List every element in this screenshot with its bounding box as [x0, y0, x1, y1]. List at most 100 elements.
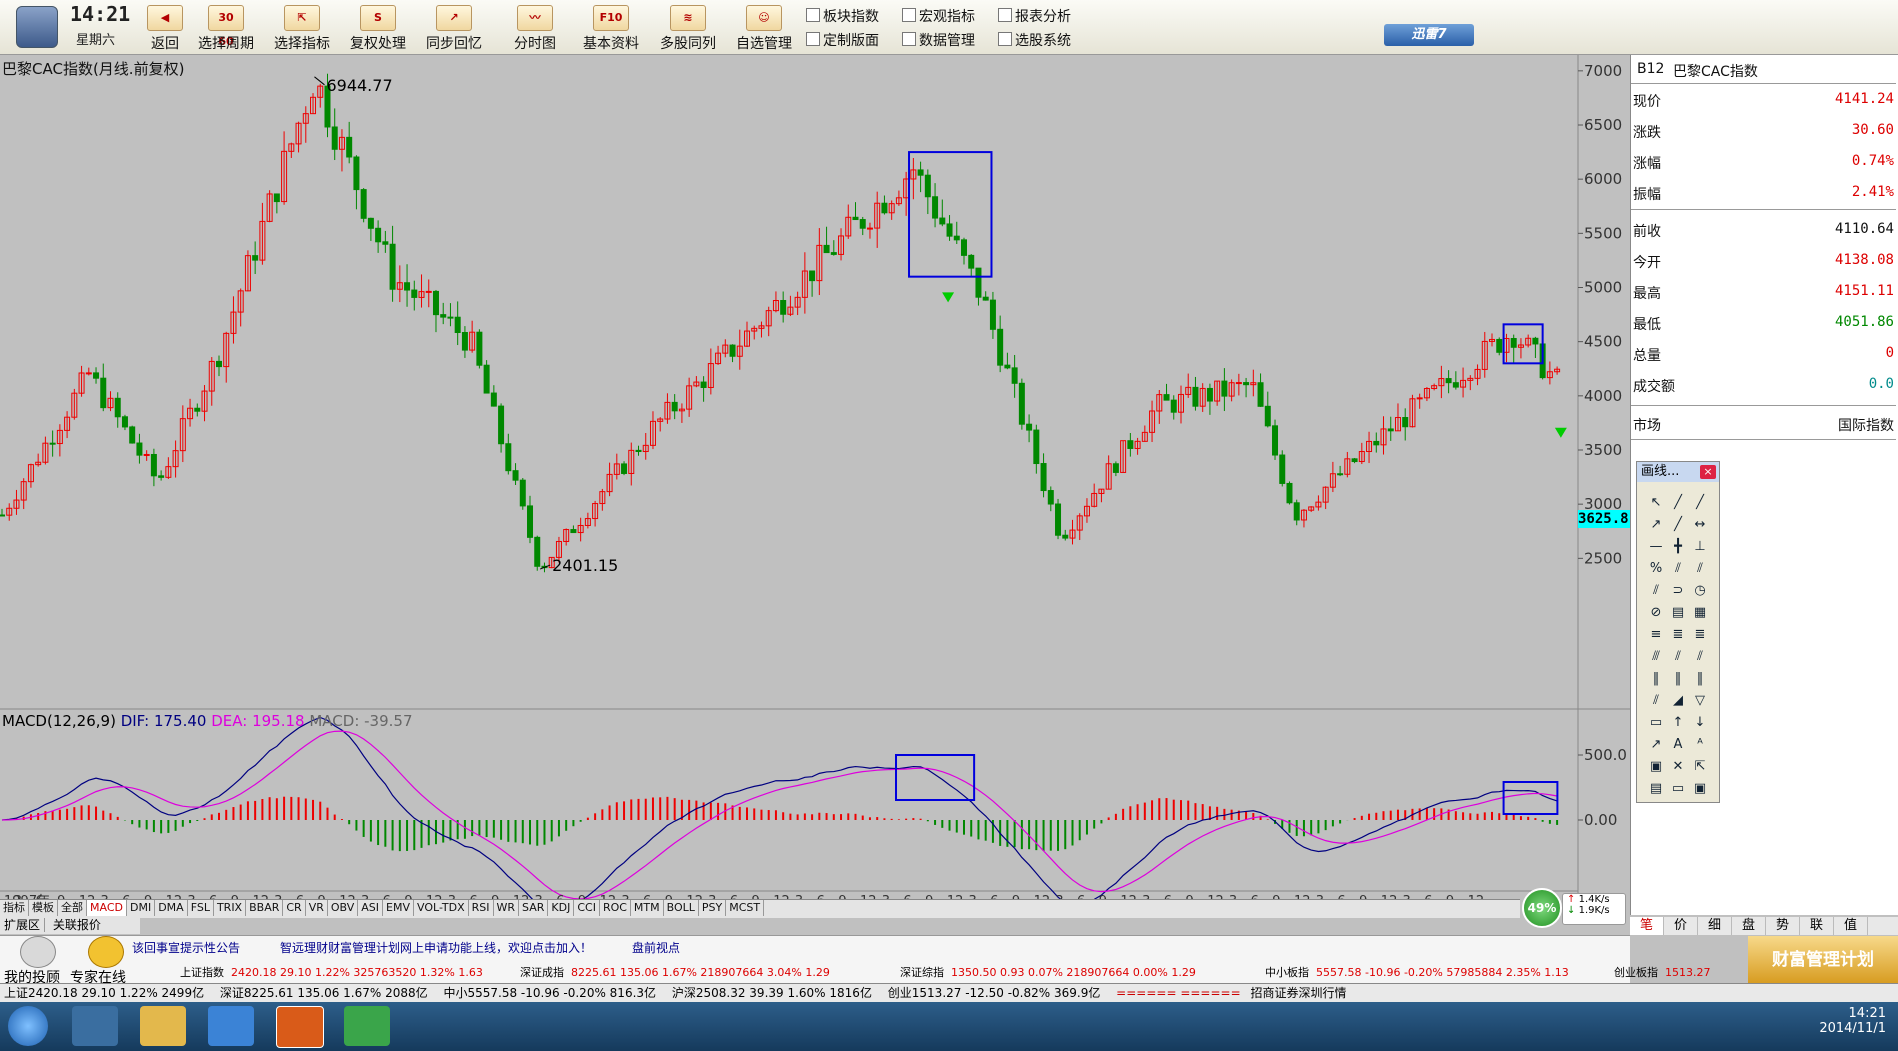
draw-tool-icon[interactable]: ✕ [1667, 756, 1689, 778]
indicator-tab-psy[interactable]: PSY [699, 900, 727, 916]
draw-tool-icon[interactable]: ≡ [1645, 624, 1667, 646]
draw-tool-icon[interactable]: ╱ [1667, 492, 1689, 514]
candlestick-chart[interactable]: 7000650060005500500045004000350030002500… [0, 55, 1630, 901]
draw-tool-icon[interactable]: ‖ [1667, 668, 1689, 690]
report-analysis-link[interactable]: 报表分析 [998, 6, 1071, 26]
select-period-button[interactable]: 30 60 选择周期 [192, 2, 260, 52]
draw-tool-icon[interactable]: ▤ [1667, 602, 1689, 624]
draw-tool-icon[interactable]: ╋ [1667, 536, 1689, 558]
indicator-tab-vr[interactable]: VR [306, 900, 328, 916]
index-ticker[interactable]: 上证指数 2420.18 29.10 1.22% 325763520 1.32%… [180, 964, 483, 980]
indicator-tab-mtm[interactable]: MTM [631, 900, 664, 916]
media-player-icon[interactable] [208, 1006, 254, 1046]
draw-tool-icon[interactable]: ╱ [1667, 514, 1689, 536]
indicator-tab-sar[interactable]: SAR [519, 900, 549, 916]
draw-tool-icon[interactable]: ◷ [1689, 580, 1711, 602]
indicator-tab-wr[interactable]: WR [494, 900, 520, 916]
draw-tool-icon[interactable]: ▭ [1667, 778, 1689, 800]
indicator-tab-全部[interactable]: 全部 [58, 900, 87, 916]
stock-selection-link[interactable]: 选股系统 [998, 30, 1071, 50]
indicator-tab-dmi[interactable]: DMI [127, 900, 156, 916]
draw-tool-icon[interactable]: ⫽ [1645, 580, 1667, 602]
draw-tool-icon[interactable]: ▤ [1645, 778, 1667, 800]
notice-1[interactable]: 该回事宣提示性公告 [132, 939, 240, 956]
indicator-tab-macd[interactable]: MACD [87, 900, 127, 916]
indicator-tab-boll[interactable]: BOLL [664, 900, 699, 916]
draw-tool-icon[interactable]: ⫽ [1667, 558, 1689, 580]
indicator-tab-cr[interactable]: CR [283, 900, 306, 916]
indicator-tab-cci[interactable]: CCI [574, 900, 600, 916]
wealth-plan-banner[interactable]: 财富管理计划 [1748, 936, 1898, 984]
tab-extension[interactable]: 扩展区 [0, 918, 46, 932]
draw-tool-icon[interactable]: ᴬ [1689, 734, 1711, 756]
indicator-tab-trix[interactable]: TRIX [214, 900, 247, 916]
draw-tool-icon[interactable]: ▣ [1689, 778, 1711, 800]
notice-2[interactable]: 智远理财财富管理计划网上申请功能上线，欢迎点击加入！ [280, 939, 592, 956]
draw-tool-icon[interactable]: ↔ [1689, 514, 1711, 536]
indicator-tab-kdj[interactable]: KDJ [548, 900, 575, 916]
draw-tool-icon[interactable]: ‖ [1645, 668, 1667, 690]
draw-tool-icon[interactable]: ⊃ [1667, 580, 1689, 602]
drawing-tools-palette[interactable]: 画线... × ↖ ╱ ╱ ↗ ╱ ↔ — ╋ ⊥% ⫽ ⫽ ⫽ ⊃ ◷ ⊘ ▤ ▦ ≡ ≣ ≣ ⫻ ⫽ ⫽ ‖ ‖ ‖ ⫽ ◢ ▽ ▭ ↑… [1636, 461, 1720, 803]
draw-tool-icon[interactable]: ↓ [1689, 712, 1711, 734]
index-ticker[interactable]: 深证综指 1350.50 0.93 0.07% 218907664 0.00% … [900, 964, 1196, 980]
quote-tab[interactable]: 联 [1800, 917, 1834, 935]
indicator-tab-vol-tdx[interactable]: VOL-TDX [414, 900, 469, 916]
draw-tool-icon[interactable]: ▣ [1645, 756, 1667, 778]
quote-tab[interactable]: 势 [1766, 917, 1800, 935]
index-ticker[interactable]: 创业板指 1513.27 [1614, 964, 1711, 980]
draw-tool-icon[interactable]: ≣ [1667, 624, 1689, 646]
draw-tool-icon[interactable]: ⊘ [1645, 602, 1667, 624]
refresh-app-icon[interactable] [344, 1006, 390, 1046]
restore-rights-button[interactable]: S 复权处理 [344, 2, 412, 52]
quote-tab[interactable]: 价 [1664, 917, 1698, 935]
indicator-tab-emv[interactable]: EMV [383, 900, 415, 916]
stock-app-icon[interactable] [276, 1006, 324, 1048]
sector-index-link[interactable]: 板块指数 [806, 6, 879, 26]
draw-tool-icon[interactable]: ⫽ [1667, 646, 1689, 668]
draw-tool-icon[interactable]: ⊥ [1689, 536, 1711, 558]
quote-tab[interactable]: 值 [1834, 917, 1868, 935]
draw-tool-icon[interactable]: ▦ [1689, 602, 1711, 624]
multi-stock-button[interactable]: ≋ 多股同列 [654, 2, 722, 52]
draw-tool-icon[interactable]: ⫻ [1645, 646, 1667, 668]
start-button-icon[interactable] [8, 1006, 48, 1046]
draw-tool-icon[interactable]: ⫽ [1645, 690, 1667, 712]
draw-tool-icon[interactable]: ⫽ [1689, 558, 1711, 580]
indicator-tab-asi[interactable]: ASI [358, 900, 384, 916]
indicator-tab-模板[interactable]: 模板 [29, 900, 58, 916]
back-button[interactable]: ◀ 返回 [142, 2, 188, 52]
indicator-tab-指标[interactable]: 指标 [0, 900, 29, 916]
draw-tool-icon[interactable]: ↖ [1645, 492, 1667, 514]
tab-related-quotes[interactable]: 关联报价 [49, 918, 105, 932]
draw-tool-icon[interactable]: ◢ [1667, 690, 1689, 712]
intraday-button[interactable]: 〰 分时图 [508, 2, 562, 52]
indicator-tab-obv[interactable]: OBV [328, 900, 359, 916]
index-ticker[interactable]: 深证成指 8225.61 135.06 1.67% 218907664 3.04… [520, 964, 830, 980]
xunlei-button[interactable]: 迅雷7 [1384, 24, 1474, 46]
quote-tab[interactable]: 细 [1698, 917, 1732, 935]
draw-tool-icon[interactable]: ↗ [1645, 514, 1667, 536]
indicator-tab-dma[interactable]: DMA [155, 900, 188, 916]
palette-close-button[interactable]: × [1700, 465, 1716, 479]
indicator-tab-rsi[interactable]: RSI [469, 900, 494, 916]
draw-tool-icon[interactable]: ▽ [1689, 690, 1711, 712]
index-ticker[interactable]: 中小板指 5557.58 -10.96 -0.20% 57985884 2.35… [1265, 964, 1569, 980]
notice-3[interactable]: 盘前视点 [632, 939, 680, 956]
draw-tool-icon[interactable]: ↑ [1667, 712, 1689, 734]
draw-tool-icon[interactable]: ⫽ [1689, 646, 1711, 668]
netspeed-percent[interactable]: 49% [1522, 888, 1562, 928]
custom-layout-link[interactable]: 定制版面 [806, 30, 879, 50]
indicator-tab-mcst[interactable]: MCST [726, 900, 765, 916]
chart-area[interactable]: 7000 6500 6000 5500 5000 4500 4000 3500 3000 2500… [0, 55, 1630, 901]
draw-tool-icon[interactable]: ‖ [1689, 668, 1711, 690]
draw-tool-icon[interactable]: A [1667, 734, 1689, 756]
sync-review-button[interactable]: ↗ 同步回忆 [420, 2, 488, 52]
pinwheel-app-icon[interactable] [72, 1006, 118, 1046]
indicator-tab-roc[interactable]: ROC [600, 900, 631, 916]
draw-tool-icon[interactable]: — [1645, 536, 1667, 558]
draw-tool-icon[interactable]: ↗ [1645, 734, 1667, 756]
taskbar-clock[interactable]: 14:21 2014/11/1 [1819, 1006, 1886, 1036]
folder-icon[interactable] [140, 1006, 186, 1046]
draw-tool-icon[interactable]: ≣ [1689, 624, 1711, 646]
